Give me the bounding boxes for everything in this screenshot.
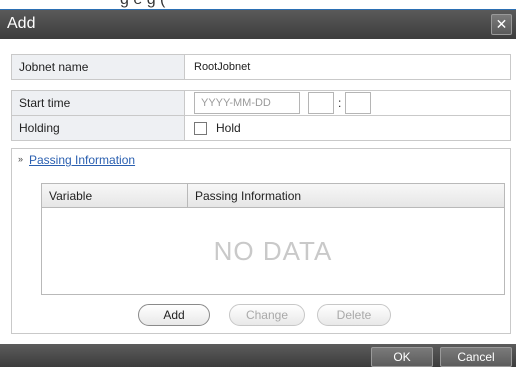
jobnet-name-row: Jobnet name RootJobnet (11, 54, 511, 80)
passing-information-link[interactable]: Passing Information (29, 153, 135, 167)
background-window-strip: g e g ( (0, 0, 516, 9)
background-window-text: g e g ( (120, 0, 165, 9)
hold-checkbox-label[interactable]: Hold (216, 121, 241, 135)
start-minute-input[interactable] (345, 92, 372, 114)
delete-button[interactable]: Delete (317, 304, 391, 326)
start-hour-input[interactable] (308, 92, 334, 114)
holding-label: Holding (12, 116, 185, 140)
column-header-passing-information[interactable]: Passing Information (188, 184, 504, 208)
holding-row: Holding Hold (11, 116, 511, 141)
start-time-fields: YYYY-MM-DD : (186, 91, 510, 115)
passing-information-section: » Passing Information Variable Passing I… (11, 148, 511, 334)
close-icon[interactable]: ✕ (491, 14, 512, 35)
add-button[interactable]: Add (138, 304, 210, 326)
jobnet-name-value: RootJobnet (194, 61, 251, 73)
time-separator: : (338, 96, 342, 110)
start-date-input[interactable]: YYYY-MM-DD (194, 92, 300, 114)
dialog-titlebar: Add ✕ (0, 9, 516, 39)
table-header: Variable Passing Information (42, 184, 504, 208)
passing-information-table: Variable Passing Information NO DATA (41, 183, 505, 295)
start-time-label: Start time (12, 91, 185, 115)
collapse-chevron-icon[interactable]: » (18, 154, 23, 164)
dialog-footer: OK Cancel (0, 344, 516, 367)
cancel-button[interactable]: Cancel (440, 347, 512, 367)
jobnet-name-label: Jobnet name (12, 55, 185, 79)
dialog-title: Add (7, 15, 36, 32)
change-button[interactable]: Change (229, 304, 305, 326)
ok-button[interactable]: OK (371, 347, 433, 367)
empty-table-message: NO DATA (213, 236, 333, 266)
column-header-variable[interactable]: Variable (42, 184, 188, 208)
start-time-row: Start time YYYY-MM-DD : (11, 90, 511, 116)
hold-option: Hold (186, 116, 510, 140)
hold-checkbox[interactable] (194, 121, 207, 135)
